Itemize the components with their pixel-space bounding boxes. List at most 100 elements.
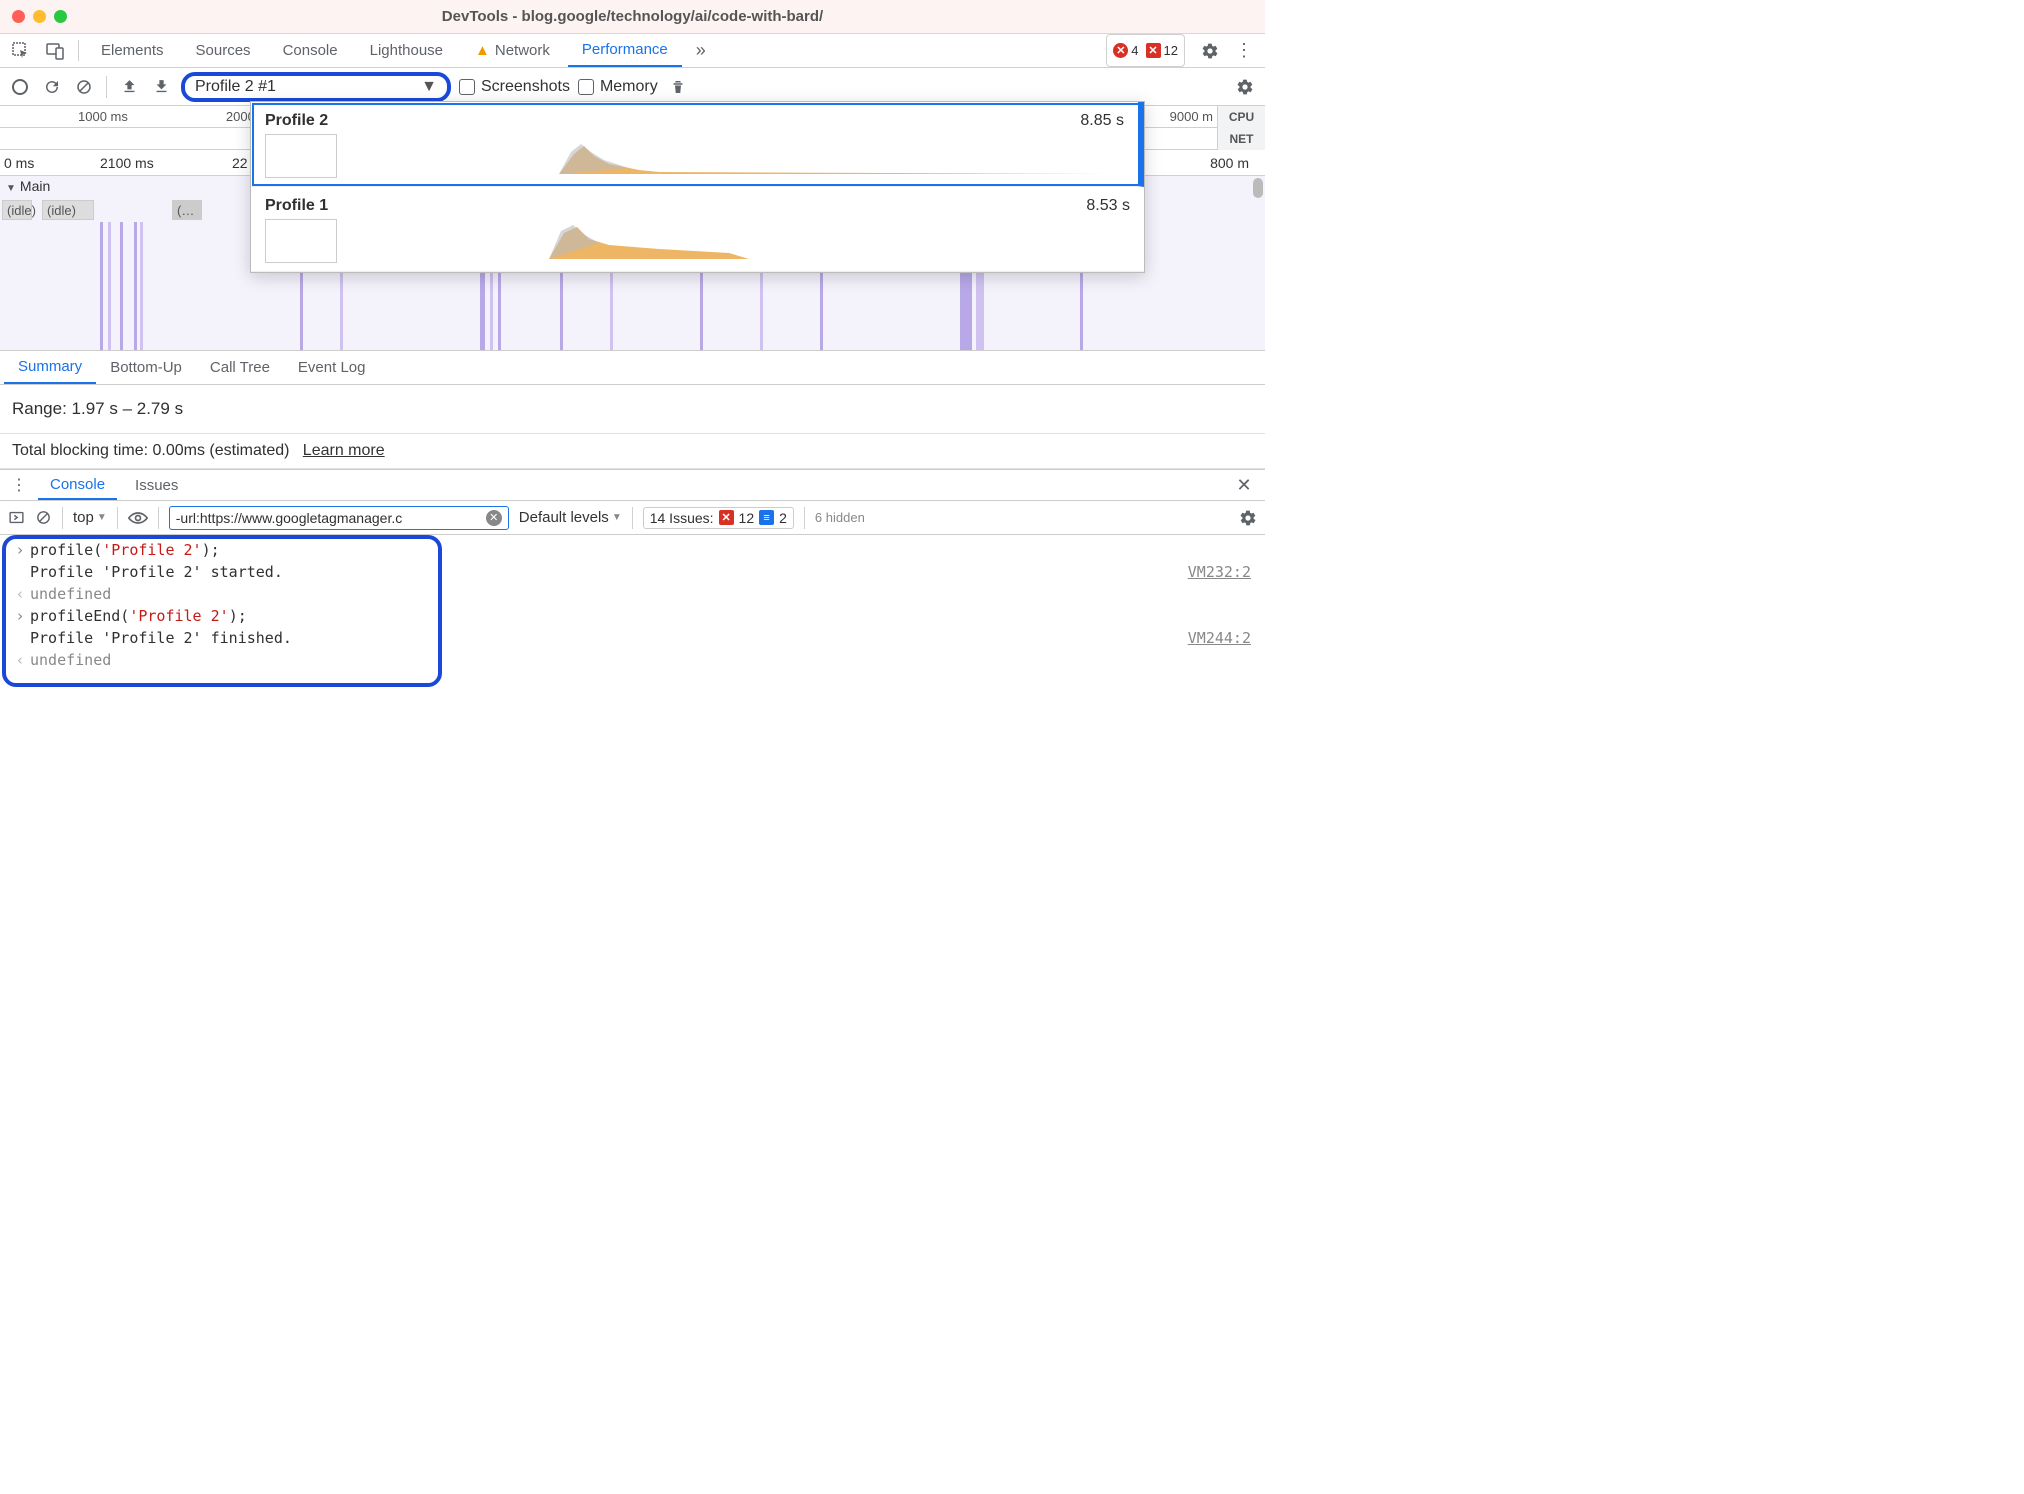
blocking-text: Total blocking time: 0.00ms (estimated) bbox=[12, 442, 289, 459]
console-output-row: Profile 'Profile 2' finished. VM244:2 bbox=[10, 627, 1255, 649]
profile-2-sparkline bbox=[349, 134, 1109, 178]
drawer-tabs: ⋮ Console Issues ✕ bbox=[0, 469, 1265, 501]
prompt-icon: › bbox=[10, 607, 30, 625]
error-count: 4 bbox=[1131, 43, 1138, 58]
info-chip-icon: ≡ bbox=[759, 510, 774, 525]
error-badges[interactable]: ✕ 4 ✕ 12 bbox=[1106, 34, 1185, 67]
tab-network[interactable]: ▲ Network bbox=[461, 34, 564, 67]
tab-elements[interactable]: Elements bbox=[87, 34, 178, 67]
profile-1-name: Profile 1 bbox=[265, 197, 328, 215]
profile-2-name: Profile 2 bbox=[265, 112, 328, 130]
drawer-kebab-icon[interactable]: ⋮ bbox=[6, 470, 32, 500]
issues-err-count: 12 bbox=[739, 510, 755, 526]
console-toolbar: top ▼ -url:https://www.googletagmanager.… bbox=[0, 501, 1265, 535]
console-body[interactable]: › profile('Profile 2'); Profile 'Profile… bbox=[0, 535, 1265, 933]
idle-block-1[interactable]: (idle) bbox=[2, 200, 32, 220]
source-link[interactable]: VM244:2 bbox=[1188, 629, 1255, 647]
download-button[interactable] bbox=[149, 75, 173, 99]
clear-filter-icon[interactable]: ✕ bbox=[486, 510, 502, 526]
source-link[interactable]: VM232:2 bbox=[1188, 563, 1255, 581]
levels-label: Default levels bbox=[519, 509, 609, 526]
window-title: DevTools - blog.google/technology/ai/cod… bbox=[0, 8, 1265, 25]
error-circle-icon: ✕ bbox=[1113, 43, 1128, 58]
live-expression-icon[interactable] bbox=[128, 511, 148, 525]
idle-block-2[interactable]: (idle) bbox=[42, 200, 94, 220]
profile-2-duration: 8.85 s bbox=[1080, 112, 1124, 130]
blocking-line: Total blocking time: 0.00ms (estimated) … bbox=[0, 434, 1265, 469]
issues-label: 14 Issues: bbox=[650, 510, 714, 526]
close-icon[interactable] bbox=[12, 10, 25, 23]
tab-console[interactable]: Console bbox=[269, 34, 352, 67]
profile-item-1[interactable]: Profile 1 8.53 s bbox=[251, 187, 1144, 272]
profile-select[interactable]: Profile 2 #1 ▼ bbox=[181, 72, 451, 102]
chevron-down-icon: ▼ bbox=[421, 78, 437, 96]
issues-pill[interactable]: 14 Issues: ✕ 12 ≡ 2 bbox=[643, 507, 794, 529]
subtab-calltree[interactable]: Call Tree bbox=[196, 351, 284, 384]
profile-1-sparkline bbox=[349, 219, 1109, 263]
profile-1-thumbnail bbox=[265, 219, 337, 263]
chevron-down-icon: ▼ bbox=[97, 512, 107, 523]
error-square-icon: ✕ bbox=[719, 510, 734, 525]
main-thread-label[interactable]: Main bbox=[6, 178, 50, 194]
drawer-tab-issues[interactable]: Issues bbox=[123, 470, 190, 500]
device-toggle-icon[interactable] bbox=[40, 34, 70, 67]
profile-2-thumbnail bbox=[265, 134, 337, 178]
return-icon: ‹ bbox=[10, 651, 30, 669]
perf-subtabs: Summary Bottom-Up Call Tree Event Log bbox=[0, 351, 1265, 385]
context-selector[interactable]: top ▼ bbox=[73, 509, 107, 526]
memory-checkbox[interactable]: Memory bbox=[578, 78, 658, 96]
drawer-tab-console[interactable]: Console bbox=[38, 470, 117, 500]
subtab-summary[interactable]: Summary bbox=[4, 351, 96, 384]
upload-button[interactable] bbox=[117, 75, 141, 99]
ruler-2100: 2100 ms bbox=[100, 155, 154, 171]
tick-1000: 1000 ms bbox=[78, 109, 128, 124]
clear-button[interactable] bbox=[72, 75, 96, 99]
profile-1-duration: 8.53 s bbox=[1086, 197, 1130, 215]
ruler-0: 0 ms bbox=[4, 155, 34, 171]
trash-button[interactable] bbox=[666, 75, 690, 99]
inspect-icon[interactable] bbox=[6, 34, 36, 67]
more-tabs-icon[interactable]: » bbox=[686, 34, 716, 67]
console-sidebar-toggle-icon[interactable] bbox=[8, 509, 25, 526]
settings-icon[interactable] bbox=[1195, 34, 1225, 67]
ruler-800: 800 m bbox=[1210, 155, 1249, 171]
console-settings-icon[interactable] bbox=[1239, 509, 1257, 527]
console-input-row: › profileEnd('Profile 2'); bbox=[10, 605, 1255, 627]
tab-sources[interactable]: Sources bbox=[182, 34, 265, 67]
levels-selector[interactable]: Default levels ▼ bbox=[519, 509, 622, 526]
maximize-icon[interactable] bbox=[54, 10, 67, 23]
net-column: NET bbox=[1217, 128, 1265, 150]
profile-select-label: Profile 2 #1 bbox=[195, 78, 276, 96]
memory-label: Memory bbox=[600, 78, 658, 96]
subtab-bottomup[interactable]: Bottom-Up bbox=[96, 351, 196, 384]
error-square-icon: ✕ bbox=[1146, 43, 1161, 58]
filter-input[interactable]: -url:https://www.googletagmanager.c ✕ bbox=[169, 506, 509, 530]
filter-text: -url:https://www.googletagmanager.c bbox=[176, 510, 402, 526]
tab-lighthouse[interactable]: Lighthouse bbox=[356, 34, 457, 67]
tab-performance[interactable]: Performance bbox=[568, 34, 682, 67]
kebab-menu-icon[interactable]: ⋮ bbox=[1229, 34, 1259, 67]
drawer-close-icon[interactable]: ✕ bbox=[1229, 470, 1259, 500]
tab-network-label: Network bbox=[495, 42, 550, 59]
reload-record-button[interactable] bbox=[40, 75, 64, 99]
profile-dropdown: Profile 2 8.85 s Profile 1 8.53 s bbox=[250, 101, 1145, 273]
cpu-column: CPU bbox=[1217, 106, 1265, 128]
console-return-row: ‹ undefined bbox=[10, 583, 1255, 605]
warning-icon: ▲ bbox=[475, 42, 490, 59]
record-button[interactable] bbox=[8, 75, 32, 99]
capture-settings-icon[interactable] bbox=[1233, 75, 1257, 99]
truncated-block[interactable]: (… bbox=[172, 200, 202, 220]
prompt-icon: › bbox=[10, 541, 30, 559]
hidden-count[interactable]: 6 hidden bbox=[815, 510, 865, 525]
learn-more-link[interactable]: Learn more bbox=[303, 442, 385, 459]
console-output-row: Profile 'Profile 2' started. VM232:2 bbox=[10, 561, 1255, 583]
console-return-row: ‹ undefined bbox=[10, 649, 1255, 671]
screenshots-checkbox[interactable]: Screenshots bbox=[459, 78, 570, 96]
ruler-22: 22 bbox=[232, 155, 248, 171]
subtab-eventlog[interactable]: Event Log bbox=[284, 351, 380, 384]
scrollbar-thumb[interactable] bbox=[1253, 178, 1263, 198]
screenshots-label: Screenshots bbox=[481, 78, 570, 96]
minimize-icon[interactable] bbox=[33, 10, 46, 23]
profile-item-2[interactable]: Profile 2 8.85 s bbox=[251, 102, 1144, 187]
console-clear-icon[interactable] bbox=[35, 509, 52, 526]
